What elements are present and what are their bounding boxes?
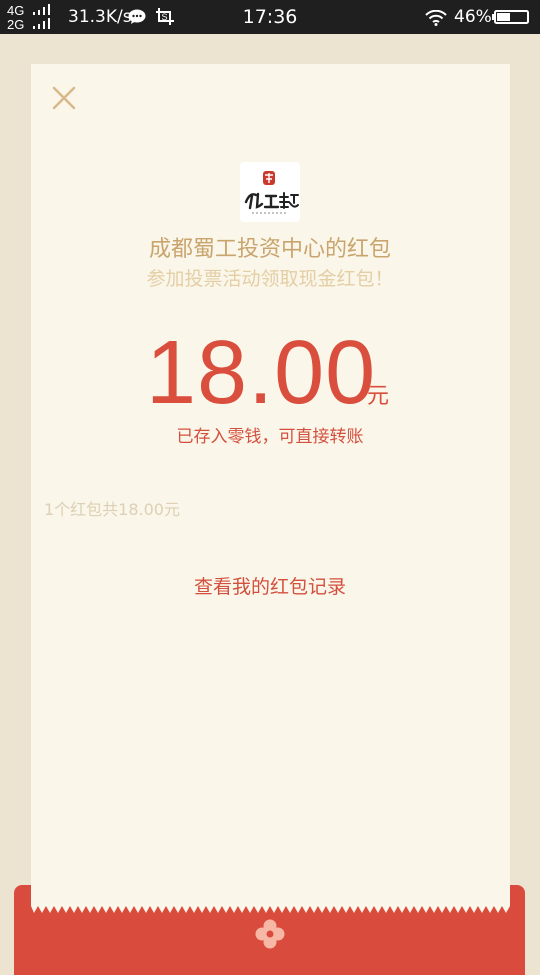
envelope-emblem-icon (255, 919, 285, 949)
battery-icon (492, 10, 529, 24)
wifi-icon (425, 10, 447, 26)
view-records-link[interactable]: 查看我的红包记录 (0, 572, 540, 599)
packet-summary: 1个红包共18.00元 (44, 500, 180, 519)
blessing-message: 参加投票活动领取现金红包！ (146, 268, 394, 290)
sender-logo (240, 162, 300, 222)
battery-percent: 46% (454, 7, 492, 27)
stored-to-wallet-link[interactable]: 已存入零钱，可直接转账 (0, 422, 540, 447)
amount-value: 18.00 (146, 323, 377, 423)
sender-logo-image (244, 171, 299, 214)
status-bar: 4G 2G 31.3K/s S 17:36 46% (0, 0, 540, 34)
card-torn-edge (31, 900, 510, 913)
currency-unit: 元 (367, 384, 390, 409)
sender-title: 成都蜀工投资中心的红包 (148, 237, 391, 262)
close-icon[interactable] (52, 86, 76, 110)
